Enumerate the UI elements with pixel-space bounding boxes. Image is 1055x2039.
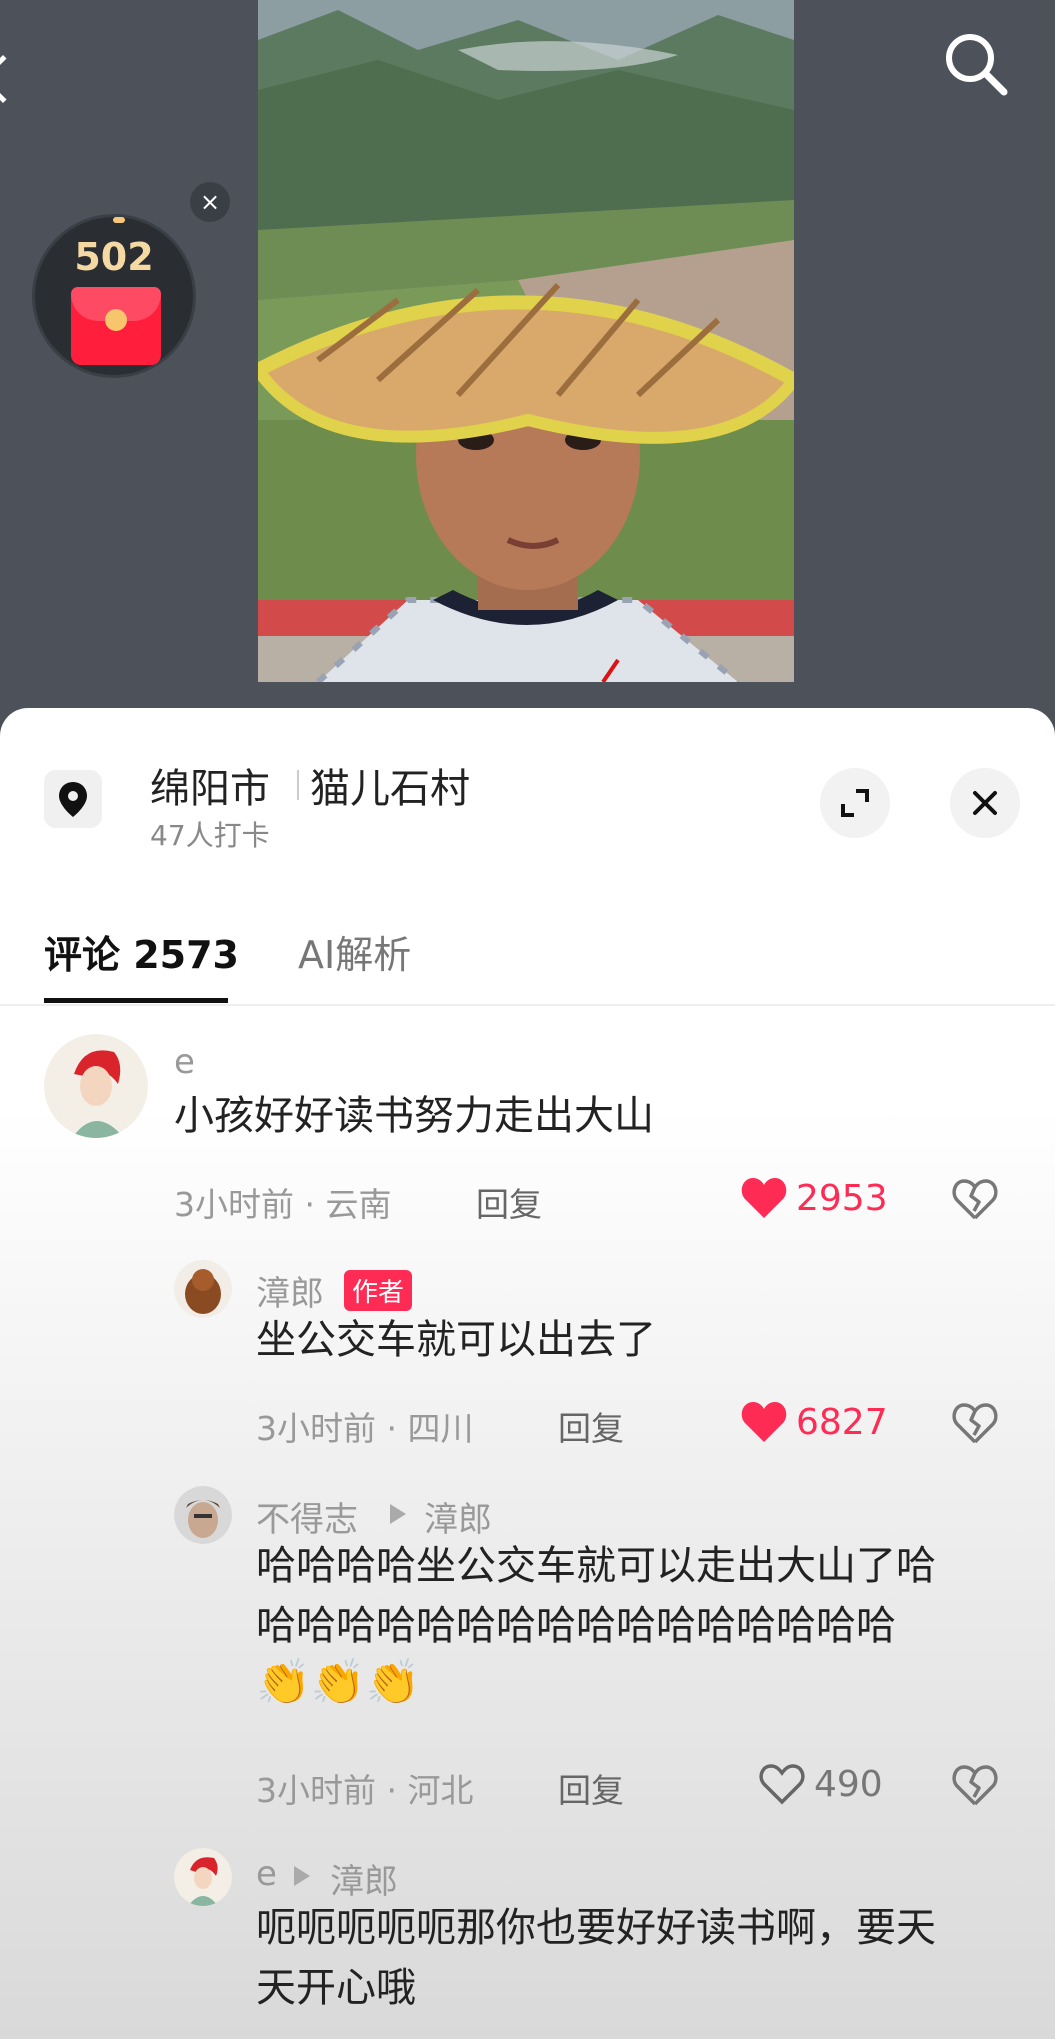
location-place[interactable]: 猫儿石村 — [310, 756, 470, 814]
red-packet-indicator — [113, 217, 125, 223]
comment-text-line-1: 哈哈哈哈坐公交车就可以走出大山了哈 — [256, 1543, 936, 1589]
like-count: 490 — [814, 1764, 883, 1805]
close-button[interactable] — [950, 768, 1020, 838]
reply-arrow-icon — [390, 1504, 406, 1524]
avatar[interactable] — [174, 1260, 232, 1318]
tab-ai-analysis[interactable]: AI解析 — [298, 924, 411, 979]
heart-filled-icon[interactable] — [740, 1400, 788, 1444]
like-count: 6827 — [796, 1402, 888, 1443]
like-count: 2953 — [796, 1178, 888, 1219]
broken-heart-icon[interactable] — [952, 1402, 998, 1446]
video-frame[interactable] — [258, 0, 794, 682]
reply-arrow-icon — [294, 1866, 310, 1886]
search-icon[interactable] — [940, 28, 1010, 98]
comment-text: 坐公交车就可以出去了 — [256, 1317, 656, 1363]
broken-heart-icon[interactable] — [952, 1178, 998, 1222]
comment-meta: 3小时前 · 云南 — [174, 1185, 392, 1224]
comment-text-line-1: 呃呃呃呃呃那你也要好好读书啊，要天 — [256, 1905, 936, 1951]
comment-username[interactable]: e — [256, 1854, 277, 1894]
comment-text-line-2: 天开心哦 — [256, 1965, 416, 2011]
location-separator — [297, 770, 299, 800]
comment-meta: 3小时前 · 河北 — [256, 1771, 474, 1810]
tab-comments[interactable]: 评论 2573 — [44, 924, 239, 979]
red-packet-count: 502 — [74, 235, 154, 279]
heart-outline-icon[interactable] — [758, 1762, 806, 1806]
expand-button[interactable] — [820, 768, 890, 838]
heart-filled-icon[interactable] — [740, 1176, 788, 1220]
comment-username[interactable]: 不得志 — [256, 1492, 358, 1541]
avatar[interactable] — [174, 1486, 232, 1544]
comments-sheet: 绵阳市 猫儿石村 47人打卡 评论 2573 AI解析 e 小孩好好读书努力走出… — [0, 708, 1055, 2039]
tab-active-indicator — [44, 998, 228, 1003]
red-packet-widget[interactable]: 502 — [32, 214, 196, 378]
close-icon[interactable]: × — [190, 182, 230, 222]
reply-button[interactable]: 回复 — [476, 1178, 542, 1226]
location-city[interactable]: 绵阳市 — [150, 756, 270, 814]
reply-button[interactable]: 回复 — [558, 1764, 624, 1812]
avatar[interactable] — [174, 1848, 232, 1906]
reply-button[interactable]: 回复 — [558, 1402, 624, 1450]
comment-text: 小孩好好读书努力走出大山 — [174, 1093, 654, 1139]
location-checkins: 47人打卡 — [150, 819, 270, 852]
red-envelope-icon — [71, 287, 161, 365]
tab-divider — [0, 1004, 1055, 1006]
reply-to-username[interactable]: 漳郎 — [330, 1854, 398, 1903]
avatar[interactable] — [44, 1034, 148, 1138]
clap-emoji: 👏👏👏 — [256, 1657, 421, 1708]
comment-username[interactable]: e — [174, 1042, 195, 1082]
comment-text-line-2: 哈哈哈哈哈哈哈哈哈哈哈哈哈哈哈哈 — [256, 1603, 896, 1649]
comment-meta: 3小时前 · 四川 — [256, 1409, 474, 1448]
comment-username[interactable]: 漳郎 — [256, 1266, 324, 1315]
reply-to-username[interactable]: 漳郎 — [424, 1492, 492, 1541]
location-pin-icon — [44, 770, 102, 828]
author-badge: 作者 — [344, 1270, 413, 1311]
broken-heart-icon[interactable] — [952, 1764, 998, 1808]
